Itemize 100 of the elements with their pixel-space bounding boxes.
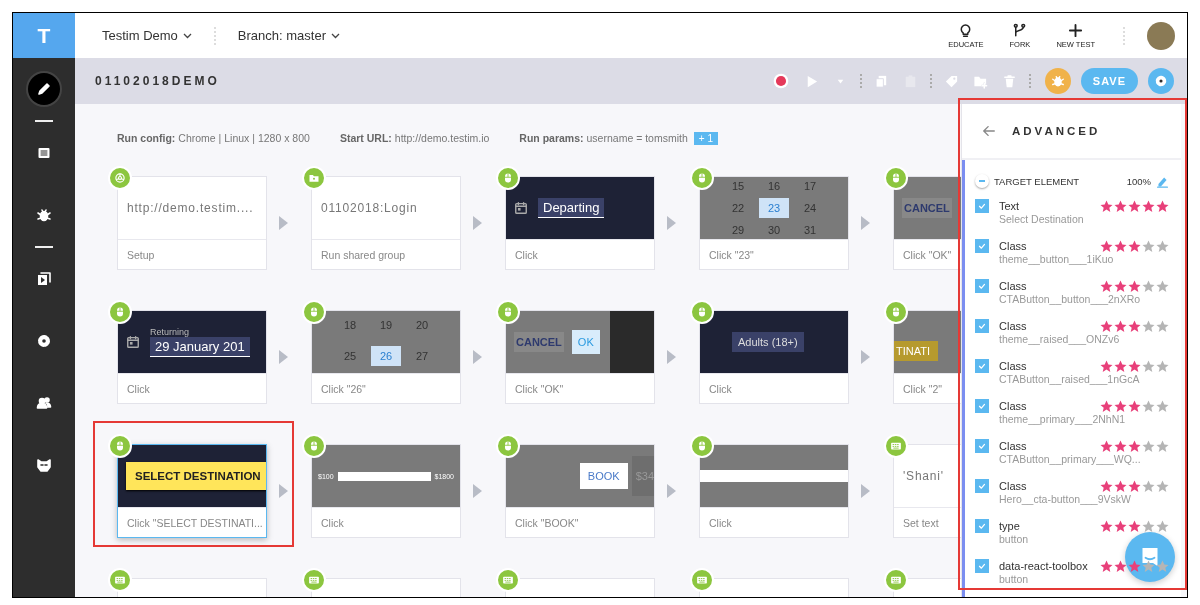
step-label: Click [700, 507, 848, 537]
run-info-value: Chrome | Linux | 1280 x 800 [178, 132, 310, 144]
star-icon [1114, 279, 1127, 293]
calendar-day: 25 [343, 349, 357, 362]
mouse-icon [502, 172, 514, 184]
star-icon [1156, 439, 1169, 453]
step-card[interactable]: Click [699, 444, 849, 538]
star-icon [1156, 559, 1169, 573]
step-card[interactable]: Returning 29 January 201 Click [117, 310, 267, 404]
checkbox[interactable] [975, 279, 989, 293]
copy-icon[interactable] [873, 73, 889, 89]
trash-icon[interactable] [1001, 73, 1017, 89]
record-icon[interactable] [771, 72, 790, 90]
checkbox[interactable] [975, 399, 989, 413]
chevron-down-icon [182, 32, 192, 39]
checkbox[interactable] [975, 319, 989, 333]
keyboard-icon [502, 574, 514, 586]
star-icon [1128, 359, 1141, 373]
attribute-name: Class [999, 480, 1027, 492]
date-field: Departing [538, 198, 605, 218]
checkbox[interactable] [975, 359, 989, 373]
back-icon[interactable] [982, 124, 996, 138]
checkbox[interactable] [975, 519, 989, 533]
run-info-label: Run config: [117, 132, 176, 144]
step-card[interactable]: CANCEL OK Click "OK" [505, 310, 655, 404]
checkbox[interactable] [975, 479, 989, 493]
checkbox[interactable] [975, 199, 989, 213]
arrow-icon [667, 216, 676, 230]
calendar-day: 24 [803, 202, 817, 214]
arrow-icon [473, 484, 482, 498]
arrow-icon [279, 484, 288, 498]
step-card[interactable]: 18 19 20 25 26 27 Click "26" [311, 310, 461, 404]
star-icon [1128, 239, 1141, 253]
step-card[interactable]: http://demo.testim.... Setup [117, 176, 267, 270]
arrow-icon [861, 350, 870, 364]
collapse-icon[interactable] [975, 174, 989, 188]
attribute-value: button [999, 573, 1030, 585]
star-icon [1114, 199, 1127, 213]
step-label: Run shared group [312, 239, 460, 269]
star-icon [1128, 319, 1141, 333]
calendar-day: 20 [415, 318, 429, 331]
gear-icon [1154, 74, 1168, 88]
calendar-day: 27 [415, 349, 429, 362]
calendar-day: 29 [731, 224, 745, 236]
calendar-day: 19 [379, 318, 393, 331]
logo: T [13, 13, 75, 58]
star-icon [1142, 359, 1155, 373]
star-icon [1128, 559, 1141, 573]
calendar-day: 22 [731, 202, 745, 214]
star-icon [1114, 399, 1127, 413]
checkmark-icon [977, 521, 987, 531]
star-icon [1156, 279, 1169, 293]
arrow-icon [667, 350, 676, 364]
calendar-day: 18 [343, 318, 357, 331]
arrow-icon [861, 216, 870, 230]
step-card[interactable]: Adults (18+) Click [699, 310, 849, 404]
settings-button[interactable] [1148, 68, 1174, 94]
step-card[interactable]: 15 16 17 22 23 24 29 30 31 Click "23" [699, 176, 849, 270]
arrow-icon [667, 484, 676, 498]
star-icon [1100, 519, 1113, 533]
star-icon [1142, 479, 1155, 493]
run-info-value: username = tomsmith [586, 132, 688, 144]
checkmark-icon [977, 481, 987, 491]
checkmark-icon [977, 281, 987, 291]
date-field: 29 January 201 [150, 337, 250, 357]
fork-icon [1012, 22, 1028, 38]
keyboard-icon [890, 440, 902, 452]
checkmark-icon [977, 361, 987, 371]
branch-dropdown[interactable]: Branch: master [237, 28, 340, 43]
star-icon [1114, 359, 1127, 373]
checkmark-icon [977, 441, 987, 451]
attribute-value: theme__raised___ONZv6 [999, 333, 1121, 345]
step-card[interactable]: SELECT DESTINATION Click "SELECT DESTINATI... [117, 444, 267, 538]
step-label: Click "SELECT DESTINATI... [118, 507, 266, 537]
step-label: Click "26" [312, 373, 460, 403]
tag-icon[interactable] [943, 73, 959, 89]
mouse-icon [114, 306, 126, 318]
bug-button[interactable] [1044, 68, 1071, 94]
star-icon [1156, 199, 1169, 213]
score-text: 100% [1126, 175, 1151, 187]
step-label: Click "23" [700, 239, 848, 269]
star-icon [1114, 479, 1127, 493]
star-icon [1156, 519, 1169, 533]
checkbox[interactable] [975, 559, 989, 573]
pencil-icon[interactable] [28, 73, 60, 105]
step-label: Click [700, 373, 848, 403]
calendar-icon [126, 335, 140, 349]
checkbox[interactable] [975, 439, 989, 453]
mouse-icon [890, 306, 902, 318]
step-card[interactable]: Departing Click [505, 176, 655, 270]
attribute-name: Class [999, 280, 1027, 292]
step-card[interactable]: 01102018:Login Run shared group [311, 176, 461, 270]
checkmark-icon [977, 241, 987, 251]
checkbox[interactable] [975, 239, 989, 253]
attribute-name: Class [999, 240, 1027, 252]
star-icon [1100, 439, 1113, 453]
project-dropdown[interactable]: Testim Demo [102, 28, 192, 43]
avatar[interactable] [1147, 21, 1175, 50]
star-icon [1100, 239, 1113, 253]
star-icon [1156, 239, 1169, 253]
